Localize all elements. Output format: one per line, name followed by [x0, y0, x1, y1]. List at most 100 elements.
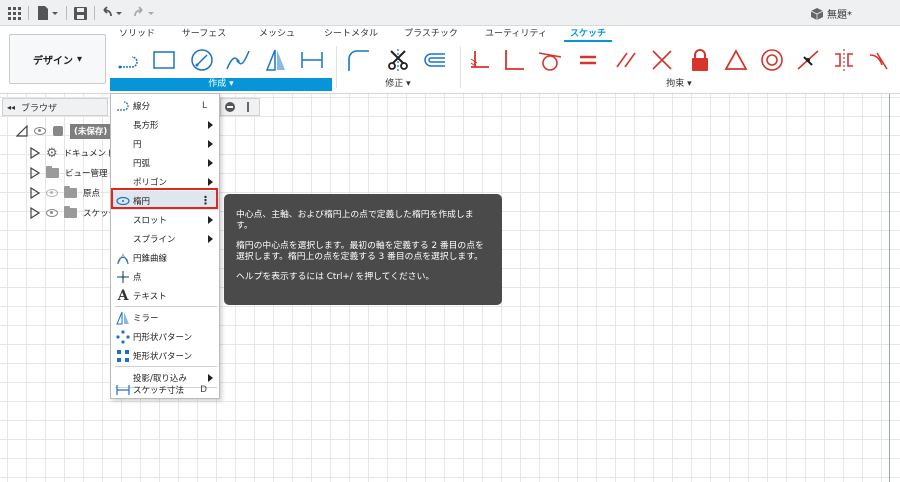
menu-item-spline[interactable]: スプライン	[111, 229, 219, 248]
collapsed-triangle-icon[interactable]	[30, 167, 40, 179]
equal-constraint-icon[interactable]	[574, 46, 602, 74]
symmetric-triangle-icon[interactable]	[722, 46, 750, 74]
tooltip-instructions: 楕円の中心点を選択します。最初の軸を定義する 2 番目の点を選択します。楕円上の…	[236, 241, 484, 262]
tab-solid[interactable]: ソリッド	[112, 26, 162, 42]
app-grid-icon[interactable]	[6, 5, 22, 21]
text-icon: A	[117, 287, 129, 304]
create-dropdown-menu: 線分 L 長方形 円 円弧 ポリゴン 楕円 ⋮ スロット スプライン 円錐曲線 …	[110, 93, 220, 399]
submenu-arrow-icon	[208, 215, 213, 224]
save-icon[interactable]	[72, 5, 88, 21]
tooltip-description: 中心点、主軸、および楕円上の点で定義した楕円を作成します。	[236, 210, 474, 231]
tab-sketch[interactable]: スケッチ	[564, 26, 612, 42]
title-bar: 無題*	[0, 0, 900, 26]
menu-item-rectangle[interactable]: 長方形	[111, 115, 219, 134]
submenu-arrow-icon	[208, 120, 213, 129]
root-component-label[interactable]: (未保存)	[70, 123, 112, 139]
collapse-double-arrow-icon[interactable]: ◂◂	[7, 103, 15, 112]
curvature-constraint-icon[interactable]	[866, 46, 894, 74]
minus-circle-icon[interactable]	[225, 102, 235, 112]
redo-icon[interactable]	[132, 5, 158, 21]
collinear-constraint-icon[interactable]	[648, 46, 676, 74]
panel-pin-icon[interactable]	[247, 102, 249, 112]
menu-item-text[interactable]: A テキスト	[111, 286, 219, 305]
browser-item-named-views[interactable]: ビュー管理	[30, 164, 108, 182]
line-icon	[115, 98, 131, 114]
submenu-arrow-icon	[208, 158, 213, 167]
browser-root-row[interactable]: (未保存)	[16, 122, 112, 140]
menu-item-slot[interactable]: スロット	[111, 210, 219, 229]
browser-item-label: 原点	[83, 189, 101, 199]
menu-item-rectangular-pattern[interactable]: 矩形状パターン	[111, 346, 219, 365]
menu-item-point[interactable]: 点	[111, 267, 219, 286]
tab-surface[interactable]: サーフェス	[174, 26, 234, 42]
document-title: 無題*	[811, 6, 852, 21]
midpoint-constraint-icon[interactable]	[794, 46, 822, 74]
ellipse-tooltip: 中心点、主軸、および楕円上の点で定義した楕円を作成します。 楕円の中心点を選択し…	[224, 194, 502, 305]
tab-utility[interactable]: ユーティリティ	[484, 26, 548, 42]
mirror-tool-icon[interactable]	[262, 46, 290, 74]
circle-tool-icon[interactable]	[188, 46, 216, 74]
folder-icon	[64, 206, 77, 218]
chevron-down-icon: ▾	[76, 53, 83, 65]
circular-pattern-icon	[115, 329, 131, 345]
component-icon	[53, 126, 63, 136]
menu-item-mirror[interactable]: ミラー	[111, 308, 219, 327]
file-menu-icon[interactable]	[36, 5, 60, 21]
tooltip-help-hint: ヘルプを表示するには Ctrl+/ を押してください。	[236, 272, 435, 282]
create-group-bar[interactable]: 作成 ▾	[110, 78, 332, 91]
line-tool-icon[interactable]	[116, 46, 144, 74]
undo-icon[interactable]	[100, 5, 126, 21]
hidden-eye-icon[interactable]	[46, 189, 58, 197]
menu-item-sketch-dimension[interactable]: スケッチ寸法 D	[111, 380, 219, 399]
tab-mesh[interactable]: メッシュ	[254, 26, 300, 42]
symmetry-constraint-icon[interactable]	[830, 46, 858, 74]
browser-title: ブラウザ	[21, 103, 58, 114]
document-title-text: 無題*	[827, 10, 852, 21]
coincident-constraint-icon[interactable]	[466, 46, 494, 74]
ellipse-highlight-frame	[111, 188, 218, 209]
tab-sheet-metal[interactable]: シートメタル	[320, 26, 382, 42]
browser-item-document-settings[interactable]: ⚙ ドキュメント	[30, 144, 115, 162]
menu-item-line[interactable]: 線分 L	[111, 96, 219, 115]
workspace-selector-button[interactable]: デザイン ▾	[9, 34, 106, 84]
menu-item-circle[interactable]: 円	[111, 134, 219, 153]
tab-plastic[interactable]: プラスチック	[400, 26, 462, 42]
offset-tool-icon[interactable]	[420, 46, 448, 74]
collapsed-triangle-icon[interactable]	[30, 187, 40, 199]
workspace-label: デザイン	[32, 55, 73, 67]
constraints-group-label[interactable]: 拘束 ▾	[464, 78, 894, 91]
dimension-icon	[115, 382, 131, 398]
perpendicular-constraint-icon[interactable]	[500, 46, 528, 74]
menu-item-conic-curve[interactable]: 円錐曲線	[111, 248, 219, 267]
visibility-eye-icon[interactable]	[34, 127, 46, 135]
fix-lock-icon[interactable]	[686, 46, 714, 74]
browser-item-origin[interactable]: 原点	[30, 184, 100, 202]
trim-scissors-icon[interactable]	[384, 46, 412, 74]
modify-group-label[interactable]: 修正 ▾	[340, 78, 456, 91]
menu-item-circular-pattern[interactable]: 円形状パターン	[111, 327, 219, 346]
rectangle-tool-icon[interactable]	[150, 46, 178, 74]
menu-item-arc[interactable]: 円弧	[111, 153, 219, 172]
folder-icon	[64, 186, 77, 198]
parallel-constraint-icon[interactable]	[612, 46, 640, 74]
conic-curve-icon	[115, 250, 131, 266]
submenu-arrow-icon	[208, 139, 213, 148]
dimension-tool-icon[interactable]	[298, 46, 326, 74]
mirror-icon	[115, 310, 131, 326]
browser-item-label: ビュー管理	[65, 169, 108, 179]
browser-panel-header[interactable]: ◂◂ ブラウザ	[2, 98, 108, 116]
rectangular-pattern-icon	[115, 348, 131, 364]
collapsed-triangle-icon[interactable]	[30, 207, 40, 219]
expanded-triangle-icon[interactable]	[16, 125, 28, 137]
visibility-eye-icon[interactable]	[46, 209, 58, 217]
submenu-arrow-icon	[208, 234, 213, 243]
fillet-tool-icon[interactable]	[344, 46, 372, 74]
spline-tool-icon[interactable]	[224, 46, 252, 74]
ribbon-toolbar: デザイン ▾ ソリッド サーフェス メッシュ シートメタル プラスチック ユーテ…	[0, 26, 900, 94]
concentric-constraint-icon[interactable]	[758, 46, 786, 74]
tangent-constraint-icon[interactable]	[536, 46, 564, 74]
browser-item-sketches[interactable]: スケッチ	[30, 204, 117, 222]
collapsed-triangle-icon[interactable]	[30, 147, 40, 159]
canvas-axis-line	[889, 94, 890, 482]
folder-icon	[46, 166, 59, 178]
